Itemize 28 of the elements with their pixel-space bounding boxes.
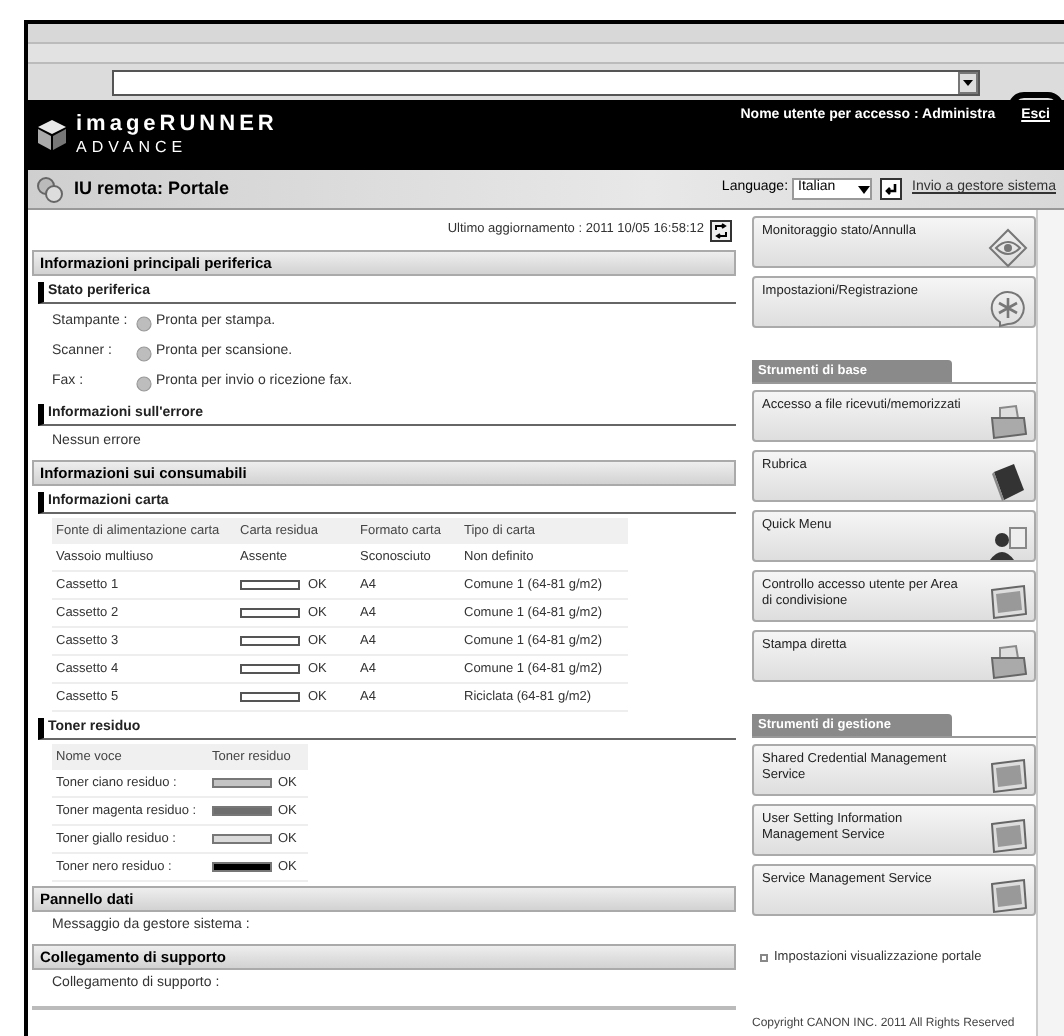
asterisk-icon [988, 288, 1028, 328]
logo-subtitle: ADVANCE [76, 140, 190, 156]
printer-icon [988, 402, 1028, 442]
logo-title: imageRUNNER [76, 114, 278, 136]
paper-level-bar [240, 664, 300, 674]
cube-logo-icon [36, 118, 68, 152]
monitor-icon [988, 816, 1028, 856]
printer-icon [988, 642, 1028, 682]
paper-level-bar [240, 692, 300, 702]
eye-icon [988, 228, 1028, 268]
dropdown-arrow-icon [858, 185, 871, 193]
square-bullet-icon [760, 953, 768, 962]
monitor-icon [988, 876, 1028, 916]
status-dot-icon [136, 375, 152, 391]
paper-level-bar [240, 608, 300, 618]
monitor-icon [988, 756, 1028, 796]
apply-button[interactable] [880, 178, 903, 200]
status-dot-icon [136, 315, 152, 331]
address-dropdown[interactable] [112, 69, 980, 95]
page-title: IU remota: Portale [74, 175, 232, 202]
status-dot-icon [136, 345, 152, 361]
person-icon [988, 522, 1028, 562]
book-icon [988, 462, 1028, 502]
refresh-button[interactable] [710, 219, 732, 241]
portal-icon [36, 175, 64, 203]
monitor-icon [988, 582, 1028, 622]
paper-level-bar [240, 636, 300, 646]
paper-level-bar [240, 580, 300, 590]
